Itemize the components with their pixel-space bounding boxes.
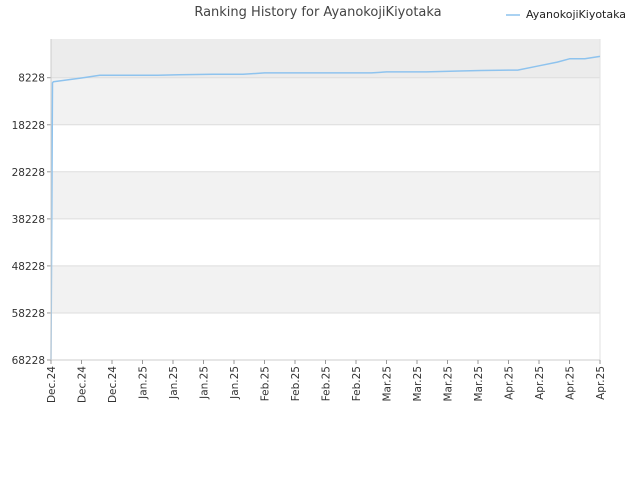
y-tick-label: 68228 xyxy=(12,355,45,367)
plot-band xyxy=(51,39,600,78)
x-tick-label: Jan.25 xyxy=(199,366,211,400)
x-tick-label: Mar.25 xyxy=(412,366,424,402)
x-tick-label: Feb.25 xyxy=(351,366,363,401)
x-tick-label: Jan.25 xyxy=(168,366,180,400)
x-tick-label: Dec.24 xyxy=(46,366,58,403)
x-tick-label: Mar.25 xyxy=(473,366,485,402)
y-tick-label: 8228 xyxy=(18,73,45,85)
x-tick-label: Dec.24 xyxy=(107,366,119,403)
x-tick-label: Mar.25 xyxy=(443,366,455,402)
plot-band xyxy=(51,77,600,125)
x-tick-label: Apr.25 xyxy=(565,366,577,400)
x-tick-label: Mar.25 xyxy=(382,366,394,402)
y-tick-label: 28228 xyxy=(12,167,45,179)
y-tick-label: 58228 xyxy=(12,308,45,320)
chart-title: Ranking History for AyanokojiKiyotaka xyxy=(194,5,441,20)
plot-band xyxy=(51,171,600,219)
x-tick-label: Jan.25 xyxy=(229,366,241,400)
y-tick-label: 48228 xyxy=(12,261,45,273)
plot-background xyxy=(51,39,600,360)
x-axis: Dec.24 Dec.24 Dec.24 Jan.25 Jan.25 Jan.25 Jan.… xyxy=(46,360,607,403)
plot-band xyxy=(51,312,600,360)
x-tick-label: Apr.25 xyxy=(595,366,607,400)
x-tick-label: Dec.24 xyxy=(77,366,89,403)
y-tick-label: 38228 xyxy=(12,214,45,226)
x-tick-label: Feb.25 xyxy=(321,366,333,401)
plot-band xyxy=(51,218,600,266)
ranking-history-chart: Ranking History for AyanokojiKiyotaka Ay… xyxy=(12,5,626,403)
plot-band xyxy=(51,124,600,172)
legend-label: AyanokojiKiyotaka xyxy=(526,8,626,21)
x-tick-label: Apr.25 xyxy=(534,366,546,400)
x-tick-label: Jan.25 xyxy=(138,366,150,400)
x-tick-label: Feb.25 xyxy=(260,366,272,401)
x-tick-label: Feb.25 xyxy=(290,366,302,401)
plot-band xyxy=(51,265,600,313)
legend: AyanokojiKiyotaka xyxy=(506,8,626,21)
y-tick-label: 18228 xyxy=(12,120,45,132)
x-tick-label: Apr.25 xyxy=(504,366,516,400)
